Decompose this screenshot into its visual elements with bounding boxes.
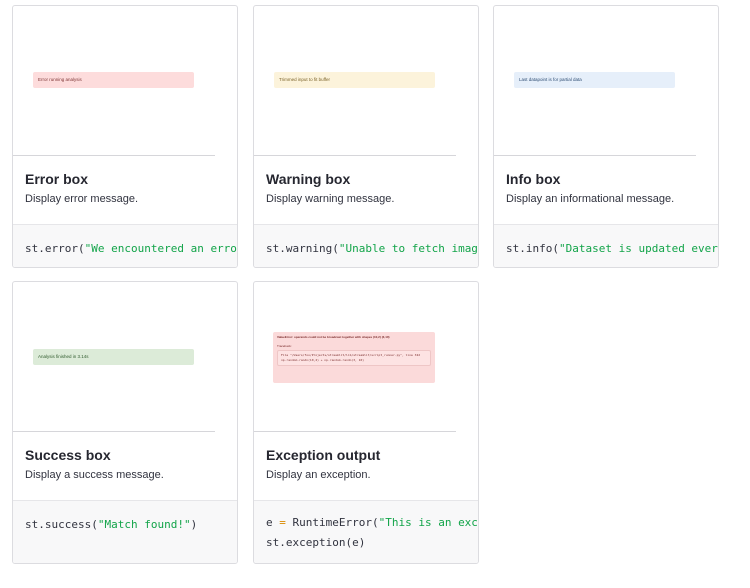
traceback-line: File "/Users/foo/Projects/streamlit/lib/… [281, 353, 421, 357]
card-description: Display warning message. [266, 193, 395, 205]
divider [494, 155, 696, 156]
traceback-line: np.random.randn(10,2) + np.random.randn(… [281, 357, 365, 362]
card-preview: ValueError: operands could not be broadc… [254, 282, 478, 432]
card-description: Display error message. [25, 193, 139, 205]
code-token: = [279, 516, 286, 529]
code-token: st.success( [25, 518, 98, 531]
card-description: Display a success message. [25, 469, 164, 481]
code-token: "This is an exception of type RuntimeErr… [378, 516, 478, 529]
code-snippet: st.error("We encountered an error") [13, 224, 237, 267]
code-snippet: st.info("Dataset is updated every day at… [494, 224, 718, 267]
card-description: Display an informational message. [506, 193, 675, 205]
code-line: st.success("Match found!") [25, 515, 225, 535]
divider [254, 431, 456, 432]
card-preview: Error running analysis [13, 6, 237, 156]
code-snippet: st.success("Match found!") [13, 500, 237, 563]
code-token: ) [190, 518, 198, 531]
card-error[interactable]: Error running analysis Error box Display… [12, 5, 238, 268]
card-title: Success box [25, 447, 111, 463]
code-line: st.warning("Unable to fetch image.") [266, 239, 478, 259]
error-alert-preview: Error running analysis [33, 72, 194, 88]
code-token: "Unable to fetch image." [338, 242, 478, 255]
code-token: st.warning( [266, 242, 339, 255]
code-line: e = RuntimeError("This is an exception o… [266, 513, 478, 533]
code-token: st.info( [506, 242, 559, 255]
card-description: Display an exception. [266, 469, 371, 481]
code-token: "We encountered an error" [84, 242, 237, 255]
code-line: st.error("We encountered an error") [25, 239, 237, 259]
card-title: Error box [25, 171, 89, 187]
card-success[interactable]: Analysis finished in 3.14s Success box D… [12, 281, 238, 564]
card-preview: Trimmed input to fit buffer [254, 6, 478, 156]
success-alert-preview: Analysis finished in 3.14s [33, 349, 194, 365]
card-preview: Analysis finished in 3.14s [13, 282, 237, 432]
code-token: "Dataset is updated every day at midnigh… [558, 242, 718, 255]
card-warning[interactable]: Trimmed input to fit buffer Warning box … [253, 5, 479, 268]
code-snippet: e = RuntimeError("This is an exception o… [254, 500, 478, 563]
traceback-label: Traceback: [277, 343, 292, 348]
code-token: RuntimeError( [285, 516, 379, 529]
code-line: st.info("Dataset is updated every day at… [506, 239, 718, 259]
code-line: st.exception(e) [266, 533, 466, 553]
traceback-code: File "/Users/foo/Projects/streamlit/lib/… [277, 350, 431, 366]
code-snippet: st.warning("Unable to fetch image.") [254, 224, 478, 267]
divider [13, 155, 215, 156]
code-token: st.error( [25, 242, 85, 255]
divider [254, 155, 456, 156]
divider [13, 431, 215, 432]
card-title: Warning box [266, 171, 351, 187]
code-token: e [266, 516, 280, 529]
warning-alert-preview: Trimmed input to fit buffer [274, 72, 435, 88]
info-alert-preview: Last datapoint is for partial data [514, 72, 675, 88]
exception-header: ValueError: operands could not be broadc… [277, 335, 390, 339]
card-exception[interactable]: ValueError: operands could not be broadc… [253, 281, 479, 564]
code-token: st.exception(e) [266, 536, 366, 549]
card-info[interactable]: Last datapoint is for partial data Info … [493, 5, 719, 268]
code-token: "Match found!" [97, 518, 191, 531]
card-title: Info box [506, 171, 561, 187]
card-title: Exception output [266, 447, 381, 463]
card-preview: Last datapoint is for partial data [494, 6, 718, 156]
exception-preview: ValueError: operands could not be broadc… [273, 332, 435, 383]
